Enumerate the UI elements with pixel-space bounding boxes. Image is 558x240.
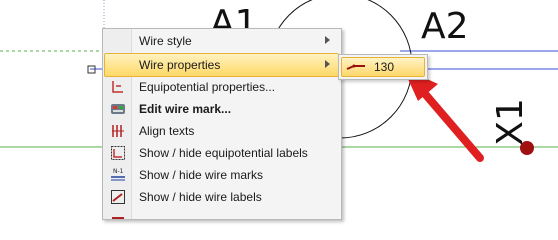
equipotential-icon xyxy=(106,77,130,97)
menu-item-edit-wire-mark[interactable]: Edit wire mark... xyxy=(105,98,338,120)
menu-item-align-texts[interactable]: Align texts xyxy=(105,120,338,142)
menu-item-label: Show / hide wire marks xyxy=(139,168,264,182)
menu-item-label: Wire style xyxy=(139,34,192,48)
svg-text:N-1: N-1 xyxy=(113,168,124,175)
submenu-item-wire-130[interactable]: 130 xyxy=(341,57,425,77)
menu-item-wire-style[interactable]: Wire style xyxy=(105,30,338,52)
menu-item-label: Edit wire mark... xyxy=(139,102,232,116)
partial-icon xyxy=(106,209,130,229)
wire-mark-icon xyxy=(106,99,130,119)
menu-item-wire-properties[interactable]: Wire properties xyxy=(104,53,339,77)
menu-item-partial[interactable] xyxy=(105,208,338,230)
wire-icon xyxy=(346,61,366,76)
wire-marks-icon: N-1 xyxy=(106,165,130,185)
menu-item-label: Wire properties xyxy=(139,58,221,72)
menu-item-label: Show / hide wire labels xyxy=(139,190,262,204)
submenu-arrow-icon xyxy=(325,36,330,44)
menu-item-toggle-wire-labels[interactable]: Show / hide wire labels xyxy=(105,186,338,208)
blank-icon xyxy=(106,55,130,75)
wire-labels-icon xyxy=(106,187,130,207)
wire-properties-submenu: 130 xyxy=(338,54,428,80)
component-label-x1: X1 xyxy=(490,98,531,146)
equipotential-labels-icon xyxy=(106,143,130,163)
menu-item-equipotential-properties[interactable]: Equipotential properties... xyxy=(105,76,338,98)
menu-item-label: Show / hide equipotential labels xyxy=(139,146,308,160)
component-label-a2: A2 xyxy=(421,6,469,47)
submenu-item-label: 130 xyxy=(374,60,395,74)
submenu-arrow-icon xyxy=(325,60,330,68)
menu-item-label: Align texts xyxy=(139,124,195,138)
menu-item-toggle-equipotential-labels[interactable]: Show / hide equipotential labels xyxy=(105,142,338,164)
red-pointer-arrow xyxy=(403,68,484,162)
align-texts-icon xyxy=(106,121,130,141)
context-menu: Wire style Wire properties Equipotential… xyxy=(102,28,342,220)
blank-icon xyxy=(106,31,130,51)
menu-item-toggle-wire-marks[interactable]: N-1 Show / hide wire marks xyxy=(105,164,338,186)
menu-item-label: Equipotential properties... xyxy=(139,80,276,94)
